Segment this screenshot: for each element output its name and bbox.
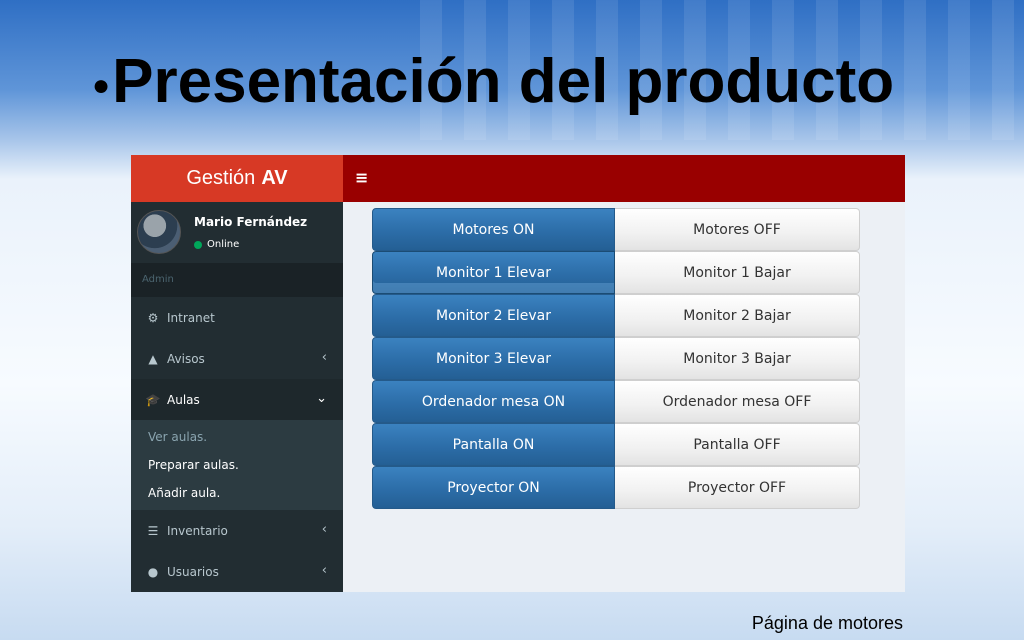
user-status-label: Online bbox=[207, 239, 240, 250]
monitor-2-bajar-button[interactable]: Monitor 2 Bajar bbox=[615, 294, 860, 337]
control-panel: Motores ON Motores OFF Monitor 1 Elevar … bbox=[372, 208, 860, 509]
control-row-monitor-1: Monitor 1 Elevar Monitor 1 Bajar bbox=[372, 251, 860, 294]
ordenador-mesa-off-button[interactable]: Ordenador mesa OFF bbox=[615, 380, 860, 423]
chevron-left-icon: ‹ bbox=[321, 563, 327, 578]
monitor-3-bajar-button[interactable]: Monitor 3 Bajar bbox=[615, 337, 860, 380]
proyector-off-button[interactable]: Proyector OFF bbox=[615, 466, 860, 509]
avatar bbox=[137, 210, 181, 254]
sidebar-item-inventario[interactable]: ☰ Inventario ‹ bbox=[131, 510, 343, 551]
slide-title: ●Presentación del producto bbox=[92, 42, 992, 126]
submenu-item-ver-aulas[interactable]: Ver aulas. bbox=[131, 423, 343, 451]
motores-on-button[interactable]: Motores ON bbox=[372, 208, 615, 251]
user-icon: ● bbox=[147, 564, 159, 579]
aulas-submenu: Ver aulas. Preparar aulas. Añadir aula. bbox=[131, 420, 343, 510]
sidebar-item-avisos[interactable]: ▲ Avisos ‹ bbox=[131, 338, 343, 379]
sidebar-item-label: Intranet bbox=[167, 310, 215, 325]
control-row-proyector: Proyector ON Proyector OFF bbox=[372, 466, 860, 509]
proyector-on-button[interactable]: Proyector ON bbox=[372, 466, 615, 509]
sidebar-header: Admin bbox=[131, 263, 343, 297]
title-bullet: ● bbox=[92, 68, 111, 102]
slide-caption: Página de motores bbox=[751, 613, 903, 633]
app-window: Gestión AV ≡ Mario Fernández Online Admin… bbox=[131, 155, 905, 592]
gear-icon: ⚙ bbox=[147, 310, 159, 325]
online-status-icon bbox=[194, 240, 202, 249]
pantalla-off-button[interactable]: Pantalla OFF bbox=[615, 423, 860, 466]
sidebar-item-label: Aulas bbox=[167, 392, 200, 407]
ordenador-mesa-on-button[interactable]: Ordenador mesa ON bbox=[372, 380, 615, 423]
chevron-left-icon: ‹ bbox=[321, 350, 327, 365]
submenu-item-preparar-aulas[interactable]: Preparar aulas. bbox=[131, 451, 343, 479]
monitor-3-elevar-button[interactable]: Monitor 3 Elevar bbox=[372, 337, 615, 380]
monitor-1-bajar-button[interactable]: Monitor 1 Bajar bbox=[615, 251, 860, 294]
brand-logo[interactable]: Gestión AV bbox=[131, 155, 343, 202]
graduation-cap-icon: 🎓 bbox=[145, 392, 161, 407]
top-navbar: ≡ bbox=[343, 155, 905, 202]
chevron-left-icon: ‹ bbox=[321, 522, 327, 537]
control-row-monitor-2: Monitor 2 Elevar Monitor 2 Bajar bbox=[372, 294, 860, 337]
sidebar-item-intranet[interactable]: ⚙ Intranet bbox=[131, 297, 343, 338]
sidebar: Mario Fernández Online Admin ⚙ Intranet … bbox=[131, 202, 343, 592]
user-panel: Mario Fernández Online bbox=[131, 202, 343, 263]
pantalla-on-button[interactable]: Pantalla ON bbox=[372, 423, 615, 466]
brand-bold: AV bbox=[261, 167, 288, 189]
sidebar-item-label: Avisos bbox=[167, 351, 205, 366]
motores-off-button[interactable]: Motores OFF bbox=[615, 208, 860, 251]
submenu-item-anadir-aula[interactable]: Añadir aula. bbox=[131, 479, 343, 507]
monitor-1-elevar-button[interactable]: Monitor 1 Elevar bbox=[372, 251, 615, 294]
control-row-motores: Motores ON Motores OFF bbox=[372, 208, 860, 251]
control-row-pantalla: Pantalla ON Pantalla OFF bbox=[372, 423, 860, 466]
monitor-2-elevar-button[interactable]: Monitor 2 Elevar bbox=[372, 294, 615, 337]
sidebar-item-usuarios[interactable]: ● Usuarios ‹ bbox=[131, 551, 343, 592]
sidebar-item-label: Inventario bbox=[167, 523, 228, 538]
brand-light: Gestión bbox=[186, 167, 256, 189]
sidebar-item-label: Usuarios bbox=[167, 564, 219, 579]
list-icon: ☰ bbox=[147, 523, 159, 538]
user-name: Mario Fernández bbox=[194, 215, 308, 229]
sidebar-item-aulas[interactable]: 🎓 Aulas ⌄ bbox=[131, 379, 343, 420]
sidebar-toggle-icon[interactable]: ≡ bbox=[355, 169, 371, 187]
chevron-down-icon: ⌄ bbox=[316, 391, 327, 406]
slide-title-text: Presentación del producto bbox=[112, 47, 895, 116]
control-row-monitor-3: Monitor 3 Elevar Monitor 3 Bajar bbox=[372, 337, 860, 380]
control-row-ordenador-mesa: Ordenador mesa ON Ordenador mesa OFF bbox=[372, 380, 860, 423]
bullhorn-icon: ▲ bbox=[148, 351, 158, 366]
user-status: Online bbox=[194, 239, 239, 250]
